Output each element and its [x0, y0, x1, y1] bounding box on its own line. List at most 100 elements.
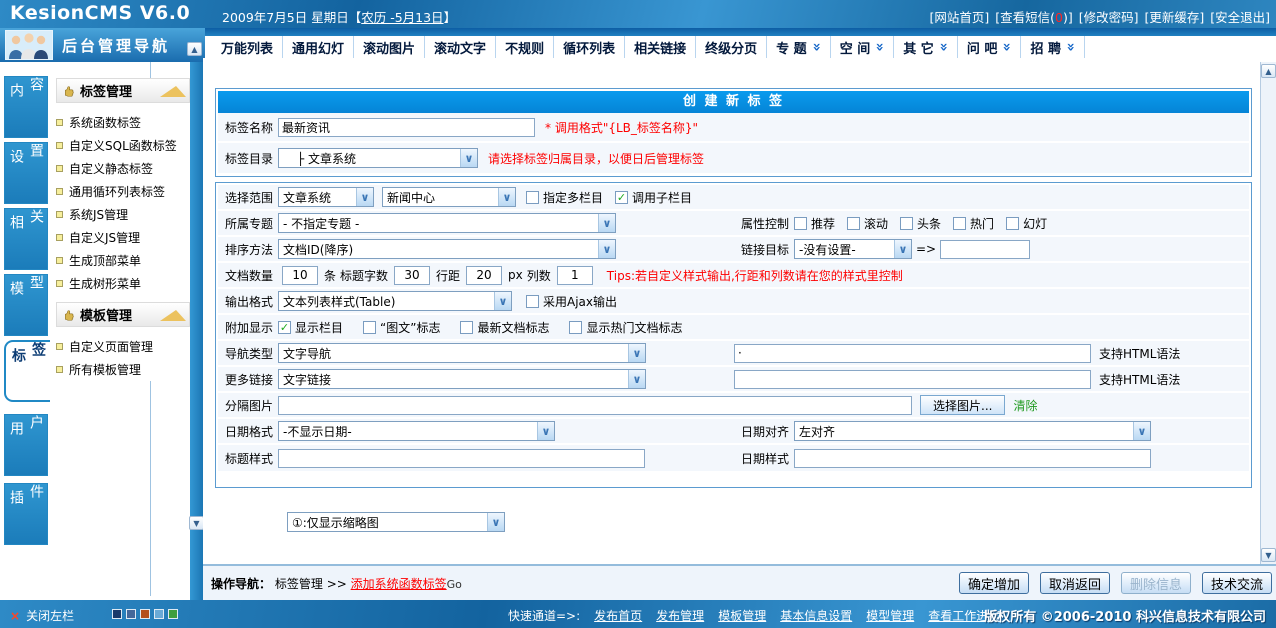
bullet-icon	[56, 280, 63, 287]
sepimg-input[interactable]	[278, 396, 912, 415]
scope-system-select[interactable]: 文章系统∨	[278, 187, 374, 207]
tag-dir-select[interactable]: ├ 文章系统∨	[278, 148, 478, 168]
quick-link-model-manage[interactable]: 模型管理	[866, 607, 914, 624]
link-view-sms[interactable]: [查看短信(0)]	[995, 7, 1072, 26]
attr-scroll-checkbox[interactable]	[847, 217, 860, 230]
tab-final-paging[interactable]: 终级分页	[696, 36, 767, 58]
titlestyle-input[interactable]	[278, 449, 645, 468]
navtype-select[interactable]: 文字导航∨	[278, 343, 646, 363]
sidebar-tab-model[interactable]: 模型	[4, 274, 48, 336]
datestyle-label: 日期样式	[734, 450, 794, 467]
datealign-select[interactable]: 左对齐∨	[794, 421, 1151, 441]
tab-recruit[interactable]: 招 聘»	[1021, 36, 1085, 58]
quick-link-publish-home[interactable]: 发布首页	[594, 607, 642, 624]
ajax-output-checkbox[interactable]	[526, 295, 539, 308]
link-change-password[interactable]: [修改密码]	[1079, 7, 1139, 26]
menu-item-custom-sql-tags[interactable]: 自定义SQL函数标签	[56, 134, 190, 157]
tab-related-links[interactable]: 相关链接	[625, 36, 696, 58]
menu-item-custom-page[interactable]: 自定义页面管理	[56, 335, 190, 358]
tag-dir-label: 标签目录	[218, 150, 278, 167]
multi-column-checkbox[interactable]	[526, 191, 539, 204]
target-select[interactable]: -没有设置-∨	[794, 239, 912, 259]
menu-item-custom-js[interactable]: 自定义JS管理	[56, 226, 190, 249]
sort-select[interactable]: 文档ID(降序)∨	[278, 239, 616, 259]
link-safe-exit[interactable]: [安全退出]	[1210, 7, 1270, 26]
format-select[interactable]: 文本列表样式(Table)∨	[278, 291, 512, 311]
tag-name-input[interactable]	[278, 118, 535, 137]
cancel-return-button[interactable]: 取消返回	[1040, 572, 1110, 594]
lunar-date-link[interactable]: 农历 -5月13日	[361, 10, 443, 25]
menu-item-top-menu[interactable]: 生成顶部菜单	[56, 249, 190, 272]
theme-swatch[interactable]	[154, 609, 164, 619]
hot-flag-checkbox[interactable]	[569, 321, 582, 334]
sidebar-tab-content[interactable]: 内容	[4, 76, 48, 138]
tab-scroll-images[interactable]: 滚动图片	[354, 36, 425, 58]
choose-image-button[interactable]: 选择图片...	[920, 395, 1005, 415]
thumbnail-mode-select[interactable]: ①:仅显示缩略图∨	[287, 512, 505, 532]
tab-space[interactable]: 空 间»	[831, 36, 895, 58]
nav-tabs: 万能列表 通用幻灯 滚动图片 滚动文字 不规则 循环列表 相关链接 终级分页 专…	[212, 36, 1276, 58]
menu-item-system-js[interactable]: 系统JS管理	[56, 203, 190, 226]
tab-scroll-text[interactable]: 滚动文字	[425, 36, 496, 58]
link-site-home[interactable]: [网站首页]	[929, 7, 989, 26]
tab-loop-list[interactable]: 循环列表	[554, 36, 625, 58]
datefmt-select[interactable]: -不显示日期-∨	[278, 421, 555, 441]
menu-section-tag-management[interactable]: 标签管理	[56, 78, 190, 103]
tab-slideshow[interactable]: 通用幻灯	[283, 36, 354, 58]
sidebar-tab-users[interactable]: 用户	[4, 414, 48, 476]
menu-item-tree-menu[interactable]: 生成树形菜单	[56, 272, 190, 295]
menu-item-all-templates[interactable]: 所有模板管理	[56, 358, 190, 381]
quick-link-publish-manage[interactable]: 发布管理	[656, 607, 704, 624]
add-system-tag-link[interactable]: 添加系统函数标签	[351, 577, 447, 591]
doc-count-input[interactable]	[282, 266, 318, 285]
menu-section-template-management[interactable]: 模板管理	[56, 302, 190, 327]
tab-other[interactable]: 其 它»	[894, 36, 958, 58]
tab-ask[interactable]: 问 吧»	[958, 36, 1022, 58]
quick-link-template-manage[interactable]: 模板管理	[718, 607, 766, 624]
theme-swatch[interactable]	[126, 609, 136, 619]
datestyle-input[interactable]	[794, 449, 1151, 468]
theme-swatch[interactable]	[168, 609, 178, 619]
link-refresh-cache[interactable]: [更新缓存]	[1144, 7, 1204, 26]
navtype-symbol-input[interactable]	[734, 344, 1091, 363]
attr-hot-checkbox[interactable]	[953, 217, 966, 230]
menu-item-system-function-tags[interactable]: 系统函数标签	[56, 111, 190, 134]
sub-column-checkbox[interactable]: ✓	[615, 191, 628, 204]
sidebar-tab-settings[interactable]: 设置	[4, 142, 48, 204]
tab-universal-list[interactable]: 万能列表	[212, 36, 283, 58]
show-column-checkbox[interactable]: ✓	[278, 321, 291, 334]
attr-headline-checkbox[interactable]	[900, 217, 913, 230]
vertical-scrollbar[interactable]: ▲ ▼	[1260, 62, 1276, 564]
line-height-input[interactable]	[466, 266, 502, 285]
sidebar-tab-plugins[interactable]: 插件	[4, 483, 48, 545]
title-length-input[interactable]	[394, 266, 430, 285]
quick-link-basic-info[interactable]: 基本信息设置	[780, 607, 852, 624]
sidebar-collapse-up-button[interactable]: ▲	[187, 42, 202, 56]
column-count-input[interactable]	[557, 266, 593, 285]
morelink-select[interactable]: 文字链接∨	[278, 369, 646, 389]
morelink-input[interactable]	[734, 370, 1091, 389]
tech-support-button[interactable]: 技术交流	[1202, 572, 1272, 594]
tab-topics[interactable]: 专 题»	[767, 36, 831, 58]
imagetext-flag-checkbox[interactable]	[363, 321, 376, 334]
breadcrumb-tag-management[interactable]: 标签管理	[275, 577, 323, 591]
menu-item-custom-static-tags[interactable]: 自定义静态标签	[56, 157, 190, 180]
attr-slide-checkbox[interactable]	[1006, 217, 1019, 230]
clear-link[interactable]: 清除	[1013, 397, 1037, 414]
newest-flag-checkbox[interactable]	[460, 321, 473, 334]
target-input[interactable]	[940, 240, 1030, 259]
scroll-up-button[interactable]: ▲	[1261, 64, 1276, 78]
confirm-add-button[interactable]: 确定增加	[959, 572, 1029, 594]
theme-swatch[interactable]	[112, 609, 122, 619]
tab-irregular[interactable]: 不规则	[496, 36, 554, 58]
sidebar-tab-related[interactable]: 相关	[4, 208, 48, 270]
sidebar-tab-tags[interactable]: 标签	[4, 340, 50, 402]
theme-swatch[interactable]	[140, 609, 150, 619]
close-left-panel[interactable]: × 关闭左栏	[10, 607, 74, 624]
attr-recommend-checkbox[interactable]	[794, 217, 807, 230]
sidebar-collapse-down-button[interactable]: ▼	[189, 516, 204, 530]
menu-item-loop-list-tags[interactable]: 通用循环列表标签	[56, 180, 190, 203]
scroll-down-button[interactable]: ▼	[1261, 548, 1276, 562]
scope-channel-select[interactable]: 新闻中心∨	[382, 187, 516, 207]
topic-select[interactable]: - 不指定专题 -∨	[278, 213, 616, 233]
